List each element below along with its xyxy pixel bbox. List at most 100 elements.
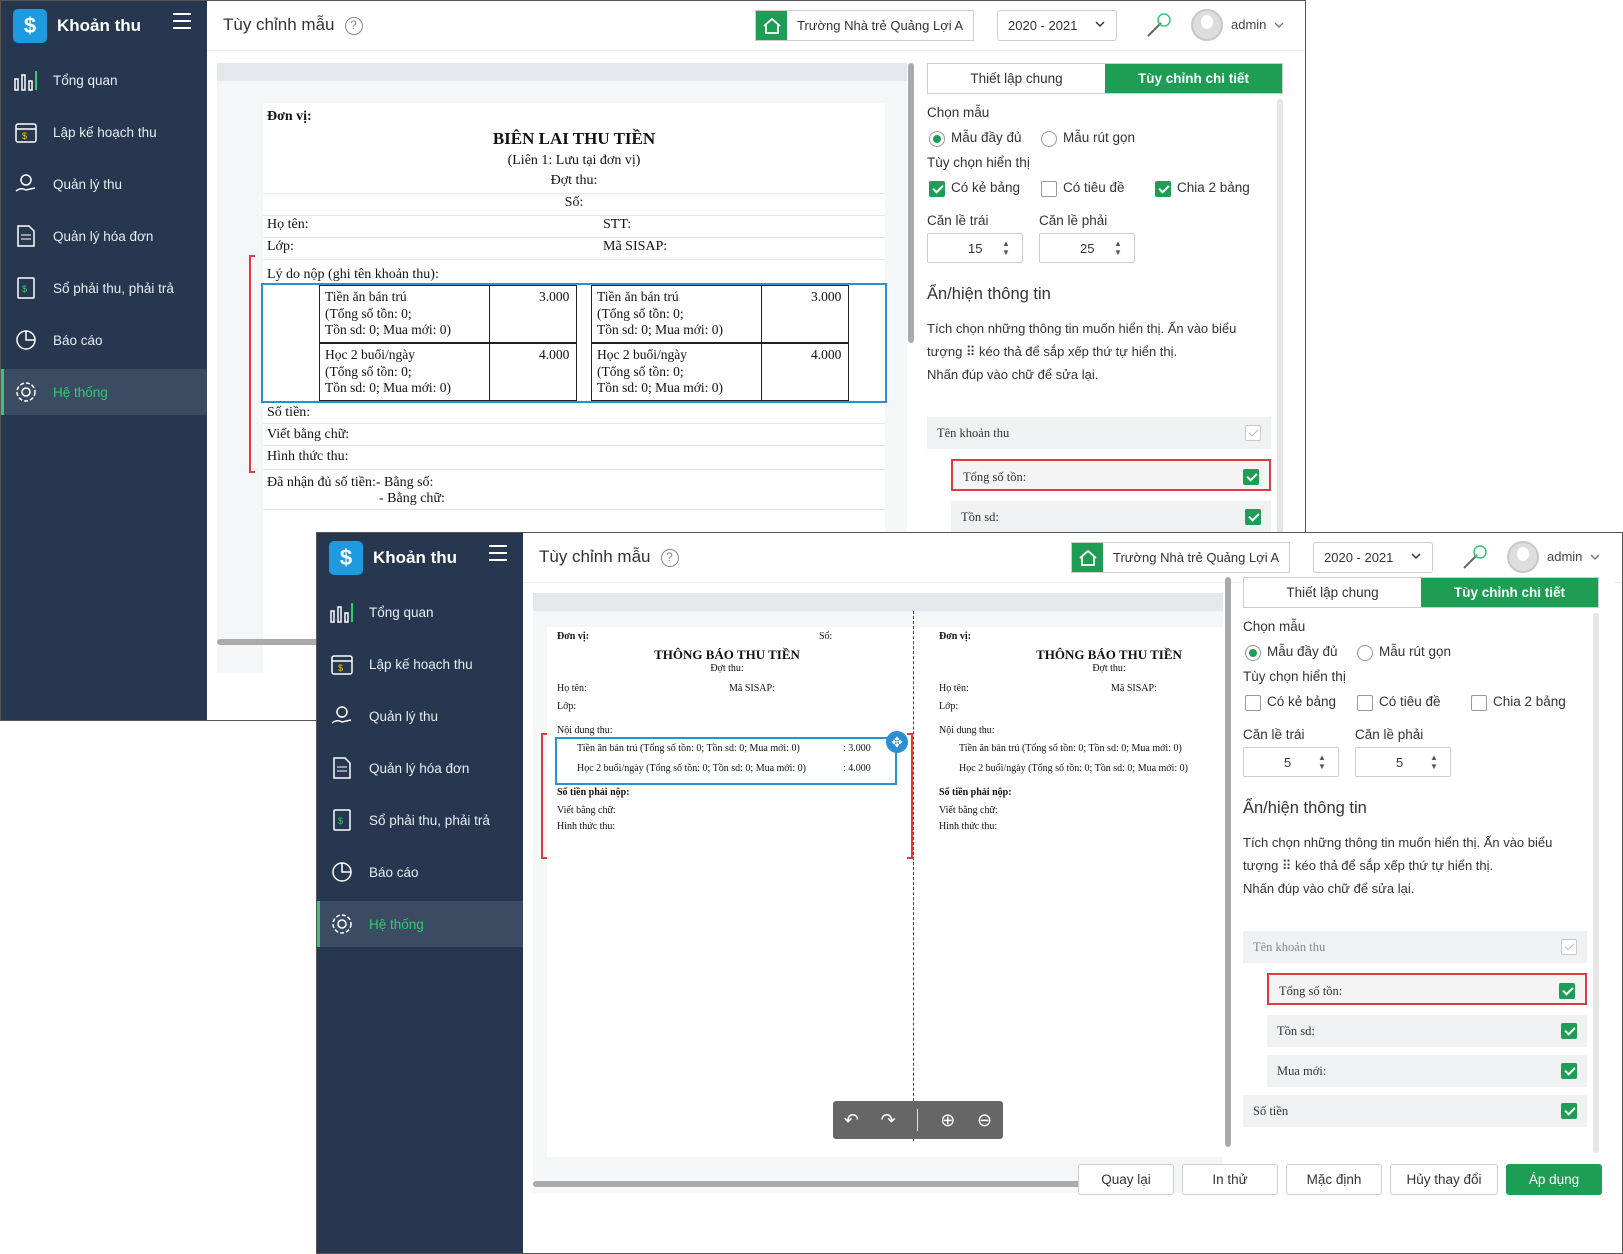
field-item[interactable]: Số tiền <box>1243 1095 1587 1127</box>
help-icon[interactable]: ? <box>344 17 363 35</box>
field-checkbox[interactable] <box>1561 1103 1577 1119</box>
so-label: Số: <box>819 631 833 642</box>
ruler <box>217 63 907 81</box>
menu-icon[interactable] <box>173 13 191 29</box>
radio-full[interactable] <box>1245 645 1261 661</box>
nav-tong-quan[interactable]: Tổng quan <box>317 589 523 635</box>
field-checkbox[interactable] <box>1245 425 1261 441</box>
nav-tong-quan[interactable]: Tổng quan <box>1 57 207 103</box>
print-test-button[interactable]: In thử <box>1182 1164 1278 1195</box>
undo-icon[interactable]: ↶ <box>844 1110 859 1131</box>
default-button[interactable]: Mặc định <box>1286 1164 1382 1195</box>
field-item[interactable]: Tên khoản thu <box>1243 931 1587 963</box>
radio-full[interactable] <box>929 131 945 147</box>
zoom-out-icon[interactable]: ⊖ <box>977 1110 992 1131</box>
discard-changes-button[interactable]: Hủy thay đổi <box>1390 1164 1498 1195</box>
brand[interactable]: $ Khoản thu <box>317 533 523 583</box>
margin-right-input[interactable]: 25 ▲ ▼ <box>1039 233 1135 263</box>
user-menu[interactable]: admin <box>1231 17 1284 32</box>
zoom-toolbar: ↶ ↷ ⊕ ⊖ <box>833 1101 1003 1139</box>
user-avatar-icon[interactable] <box>1191 9 1223 41</box>
hinh-thuc-label: Hình thức thu: <box>267 449 349 464</box>
radio-compact[interactable] <box>1041 131 1057 147</box>
field-checkbox[interactable] <box>1559 983 1575 999</box>
panel-scrollbar[interactable] <box>1593 613 1599 1153</box>
school-selector[interactable]: Trường Nhà trẻ Quảng Lợi A <box>755 10 975 41</box>
magic-wand-icon[interactable] <box>1145 11 1173 44</box>
nav-lap-ke-hoach[interactable]: $ Lập kế hoạch thu <box>1 109 207 155</box>
user-avatar-icon[interactable] <box>1507 541 1539 573</box>
nav-label: Hệ thống <box>53 384 108 400</box>
field-item[interactable]: Mua mới: <box>1267 1055 1587 1087</box>
margin-right-input[interactable]: 5 ▲ ▼ <box>1355 747 1451 777</box>
magic-wand-icon[interactable] <box>1461 543 1489 576</box>
checkbox-ruled[interactable] <box>1245 695 1261 711</box>
tab-detail[interactable]: Tùy chỉnh chi tiết <box>1421 578 1598 607</box>
noi-dung-label: Nội dung thu: <box>939 725 995 736</box>
brand[interactable]: $ Khoản thu <box>1 1 207 51</box>
margin-left-input[interactable]: 15 ▲ ▼ <box>927 233 1023 263</box>
checkbox-title[interactable] <box>1041 181 1057 197</box>
field-item[interactable]: Tồn sd: <box>1267 1015 1587 1047</box>
nav-quan-ly-hoa-don[interactable]: Quản lý hóa đơn <box>1 213 207 259</box>
field-item[interactable]: Tồn sd: <box>951 501 1271 533</box>
checkbox-split[interactable] <box>1155 181 1171 197</box>
scrollbar-horizontal[interactable] <box>217 639 327 645</box>
nav-quan-ly-thu[interactable]: Quản lý thu <box>317 693 523 739</box>
checkbox-title[interactable] <box>1357 695 1373 711</box>
nav-quan-ly-hoa-don[interactable]: Quản lý hóa đơn <box>317 745 523 791</box>
margin-left-input[interactable]: 5 ▲ ▼ <box>1243 747 1339 777</box>
so-tien-label: Số tiền: <box>267 405 311 420</box>
apply-button[interactable]: Áp dụng <box>1506 1164 1602 1195</box>
field-checkbox[interactable] <box>1561 1063 1577 1079</box>
ruler <box>533 593 1223 611</box>
scrollbar-horizontal[interactable] <box>533 1181 1113 1187</box>
checkbox-split[interactable] <box>1471 695 1487 711</box>
radio-compact[interactable] <box>1357 645 1373 661</box>
field-item-highlighted[interactable]: Tổng số tồn: <box>1267 973 1587 1005</box>
nav-so-phai-thu[interactable]: $ Sổ phải thu, phải trả <box>317 797 523 843</box>
field-item-highlighted[interactable]: Tổng số tồn: <box>951 459 1271 491</box>
zoom-in-icon[interactable]: ⊕ <box>940 1110 955 1131</box>
user-menu[interactable]: admin <box>1547 549 1600 564</box>
item-amount: : 3.000 <box>843 743 871 754</box>
help-icon[interactable]: ? <box>660 549 679 567</box>
field-checkbox[interactable] <box>1561 939 1577 955</box>
don-vi-label: Đơn vị: <box>557 631 589 642</box>
menu-icon[interactable] <box>489 545 507 561</box>
ledger-icon: $ <box>13 275 39 301</box>
field-checkbox[interactable] <box>1561 1023 1577 1039</box>
school-selector[interactable]: Trường Nhà trẻ Quảng Lợi A <box>1071 542 1291 573</box>
scrollbar-vertical[interactable] <box>1225 577 1231 1147</box>
chevron-down-icon <box>1274 17 1284 32</box>
scrollbar-vertical[interactable] <box>908 63 914 343</box>
tab-detail[interactable]: Tùy chỉnh chi tiết <box>1105 64 1282 93</box>
nav-label: Quản lý hóa đơn <box>53 228 154 244</box>
move-icon[interactable]: ✥ <box>886 731 908 753</box>
section-bracket <box>249 255 255 473</box>
preview-canvas[interactable]: Đơn vị: Số: THÔNG BÁO THU TIỀN Đợt thu: … <box>533 593 1223 1193</box>
nav-he-thong[interactable]: Hệ thống <box>317 901 523 947</box>
so-label: Số: <box>564 195 584 210</box>
header: Tùy chỉnh mẫu? Trường Nhà trẻ Quảng Lợi … <box>207 1 1305 51</box>
field-item[interactable]: Tên khoản thu <box>927 417 1271 449</box>
nav-bao-cao[interactable]: Báo cáo <box>1 317 207 363</box>
nav-bao-cao[interactable]: Báo cáo <box>317 849 523 895</box>
back-button[interactable]: Quay lại <box>1078 1164 1174 1195</box>
tab-general[interactable]: Thiết lập chung <box>1244 578 1421 607</box>
year-select[interactable]: 2020 - 2021 <box>1313 542 1433 573</box>
checkbox-ruled[interactable] <box>929 181 945 197</box>
noi-dung-label: Nội dung thu: <box>557 725 613 736</box>
tab-general[interactable]: Thiết lập chung <box>928 64 1105 93</box>
nav-quan-ly-thu[interactable]: Quản lý thu <box>1 161 207 207</box>
redo-icon[interactable]: ↷ <box>881 1110 896 1131</box>
nav-so-phai-thu[interactable]: $ Sổ phải thu, phải trả <box>1 265 207 311</box>
nav-lap-ke-hoach[interactable]: $ Lập kế hoạch thu <box>317 641 523 687</box>
notice-title: THÔNG BÁO THU TIỀN <box>654 647 800 662</box>
page-title: Tùy chỉnh mẫu? <box>223 15 363 35</box>
field-checkbox[interactable] <box>1243 469 1259 485</box>
nav-he-thong[interactable]: Hệ thống <box>1 369 207 415</box>
field-checkbox[interactable] <box>1245 509 1261 525</box>
year-select[interactable]: 2020 - 2021 <box>997 10 1117 41</box>
nav-label: Tổng quan <box>369 604 434 620</box>
